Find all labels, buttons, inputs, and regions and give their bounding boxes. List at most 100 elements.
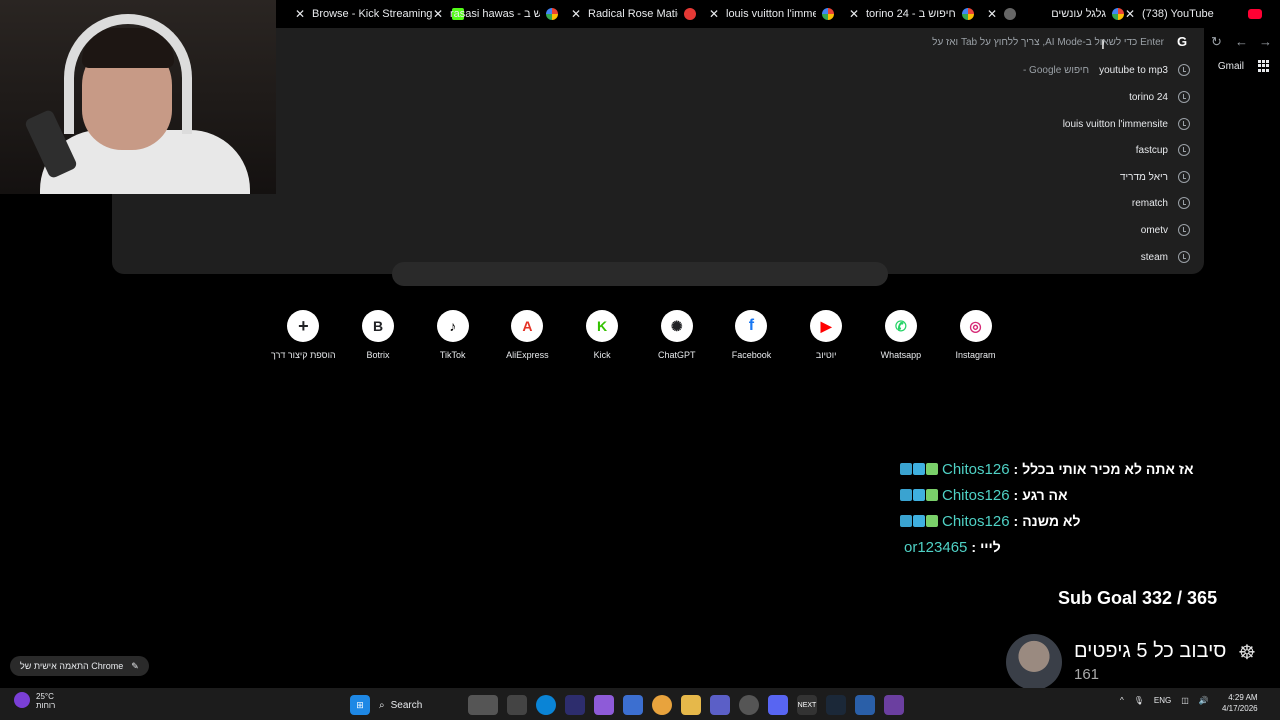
shortcut-botrix[interactable]: B Botrix	[341, 310, 416, 360]
volume-icon[interactable]: 🔊	[1199, 696, 1209, 705]
close-icon[interactable]: ✕	[708, 7, 720, 21]
copilot-icon[interactable]	[594, 695, 614, 715]
history-icon	[1178, 118, 1190, 130]
gift-goal-count: 161	[1074, 666, 1100, 683]
chevron-up-icon[interactable]: ^	[1120, 696, 1124, 705]
task-view-icon[interactable]	[507, 695, 527, 715]
office-icon[interactable]	[623, 695, 643, 715]
shortcut-aliexpress[interactable]: A AliExpress	[490, 310, 565, 360]
history-icon	[1178, 91, 1190, 103]
suggestion-item[interactable]: ometv	[1141, 220, 1190, 240]
customize-chrome-button[interactable]: התאמה אישית של Chrome ✎	[10, 656, 149, 676]
chat-message: לא משנה : Chitos126	[900, 508, 1230, 534]
shortcut-label: Whatsapp	[880, 350, 922, 360]
chrome-icon[interactable]	[652, 695, 672, 715]
back-icon[interactable]: ←	[1235, 34, 1248, 49]
suggestion-text: ometv	[1140, 224, 1168, 236]
history-icon	[1178, 171, 1190, 183]
widget-icon[interactable]	[468, 695, 498, 715]
plus-icon: +	[287, 310, 320, 342]
close-icon[interactable]: ✕	[570, 7, 582, 21]
shortcut-whatsapp[interactable]: ✆ Whatsapp	[864, 310, 939, 360]
chat-text: לייי	[980, 539, 1001, 555]
history-icon	[1178, 197, 1190, 209]
whatsapp-icon: ✆	[884, 310, 917, 342]
windows-start-icon[interactable]: ⊞	[350, 695, 370, 715]
close-icon[interactable]: ✕	[294, 7, 306, 21]
shortcut-label: Facebook	[731, 350, 772, 360]
suggestion-item[interactable]: youtube to mp3 חיפוש Google -	[1023, 60, 1190, 80]
chat-username: Chitos126	[942, 512, 1010, 530]
tab-favicon-icon	[684, 8, 696, 20]
close-icon[interactable]: ✕	[432, 7, 444, 21]
app-icon[interactable]	[855, 695, 875, 715]
weather-widget[interactable]: 25°C רוחות	[14, 692, 55, 710]
close-icon[interactable]: ✕	[986, 7, 998, 21]
clock[interactable]: 4:29 AM 4/17/2026	[1222, 692, 1258, 714]
shortcut-label: TikTok	[439, 350, 466, 360]
apps-grid-icon[interactable]	[1258, 60, 1270, 72]
date: 4/17/2026	[1222, 704, 1258, 713]
history-icon	[1178, 64, 1190, 76]
shortcut-add[interactable]: + הוספת קיצור דרך	[266, 310, 341, 360]
language-indicator[interactable]: ENG	[1154, 696, 1171, 705]
pencil-icon: ✎	[131, 660, 139, 671]
close-icon[interactable]: ✕	[1124, 7, 1136, 21]
chatgpt-icon: ✺	[660, 310, 693, 342]
taskbar-search[interactable]: ⌕ Search	[379, 694, 459, 716]
tab-torino[interactable]: ✕ torino 24 - חיפוש ב-Goog	[848, 0, 974, 28]
suggestion-text: rematch	[1131, 197, 1168, 209]
app-icon[interactable]	[884, 695, 904, 715]
omnibox-placeholder: Enter כדי לשאול ב-AI Mode, צריך ללחוץ על…	[932, 36, 1164, 48]
suggestion-item[interactable]: rematch	[1132, 193, 1190, 213]
tab-louis-vuitton[interactable]: ✕ louis vuitton l'immensité	[708, 0, 834, 28]
suggestion-item[interactable]: torino 24	[1129, 87, 1190, 107]
suggestion-suffix: חיפוש Google -	[1022, 64, 1090, 76]
chat-text: לא משנה	[1022, 513, 1081, 529]
file-explorer-icon[interactable]	[681, 695, 701, 715]
ntp-search-box[interactable]	[392, 262, 888, 286]
suggestion-item[interactable]: fastcup	[1136, 140, 1190, 160]
shortcut-tiktok[interactable]: ♪ TikTok	[415, 310, 490, 360]
tab-radical-rose[interactable]: ✕ Radical Rose Matiere Prem	[570, 0, 696, 28]
chat-message: אה רגע : Chitos126	[900, 482, 1230, 508]
tab-youtube[interactable]: ✕ (738) YouTube	[1124, 0, 1262, 28]
customize-label: התאמה אישית של Chrome	[20, 661, 124, 671]
chat-text: אז אתה לא מכיר אותי בכלל	[1022, 461, 1194, 477]
gmail-link[interactable]: Gmail	[1218, 61, 1244, 72]
suggestion-item[interactable]: louis vuitton l'immensite	[1063, 114, 1190, 134]
store-icon[interactable]	[565, 695, 585, 715]
shortcut-facebook[interactable]: f Facebook	[714, 310, 789, 360]
time: 4:29 AM	[1228, 693, 1258, 702]
google-icon	[546, 8, 558, 20]
tab-label: torino 24 - חיפוש ב-Goog	[866, 8, 956, 20]
discord-icon[interactable]	[768, 695, 788, 715]
shortcut-kick[interactable]: K Kick	[565, 310, 640, 360]
taskbar: 25°C רוחות ⊞ ⌕ Search NEXT ^ 🎙 ENG ◫ 🔊 4…	[0, 688, 1280, 720]
shortcut-chatgpt[interactable]: ✺ ChatGPT	[639, 310, 714, 360]
suggestion-text: louis vuitton l'immensite	[1062, 118, 1168, 130]
tab-rasasi[interactable]: ✕ rasasi hawas - חיפוש ב-G	[432, 0, 558, 28]
suggestion-text: torino 24	[1129, 91, 1168, 103]
app-icon[interactable]	[739, 695, 759, 715]
reload-icon[interactable]: ↻	[1211, 34, 1222, 50]
weather-description: רוחות	[36, 701, 56, 710]
tab-label: rasasi hawas - חיפוש ב-G	[450, 8, 540, 20]
suggestion-item[interactable]: ריאל מדריד	[1120, 167, 1190, 187]
botrix-icon: B	[362, 310, 395, 342]
tab-label: גלגל עונשים	[1051, 8, 1106, 20]
forward-icon[interactable]: →	[1259, 34, 1272, 49]
teams-icon[interactable]	[710, 695, 730, 715]
next-icon[interactable]: NEXT	[797, 695, 817, 715]
shortcut-label: AliExpress	[506, 350, 549, 360]
close-icon[interactable]: ✕	[848, 7, 860, 21]
edge-icon[interactable]	[536, 695, 556, 715]
microphone-icon[interactable]: 🎙	[1134, 696, 1144, 705]
tab-wheel[interactable]: ✕ גלגל עונשים	[986, 0, 1124, 28]
suggestion-item[interactable]: steam	[1141, 247, 1190, 267]
shortcut-youtube[interactable]: ▶ יוטיוב	[789, 310, 864, 360]
omnibox-input[interactable]: G Enter כדי לשאול ב-AI Mode, צריך ללחוץ …	[932, 34, 1190, 50]
network-icon[interactable]: ◫	[1181, 696, 1189, 705]
steam-icon[interactable]	[826, 695, 846, 715]
shortcut-instagram[interactable]: ◎ Instagram	[938, 310, 1013, 360]
